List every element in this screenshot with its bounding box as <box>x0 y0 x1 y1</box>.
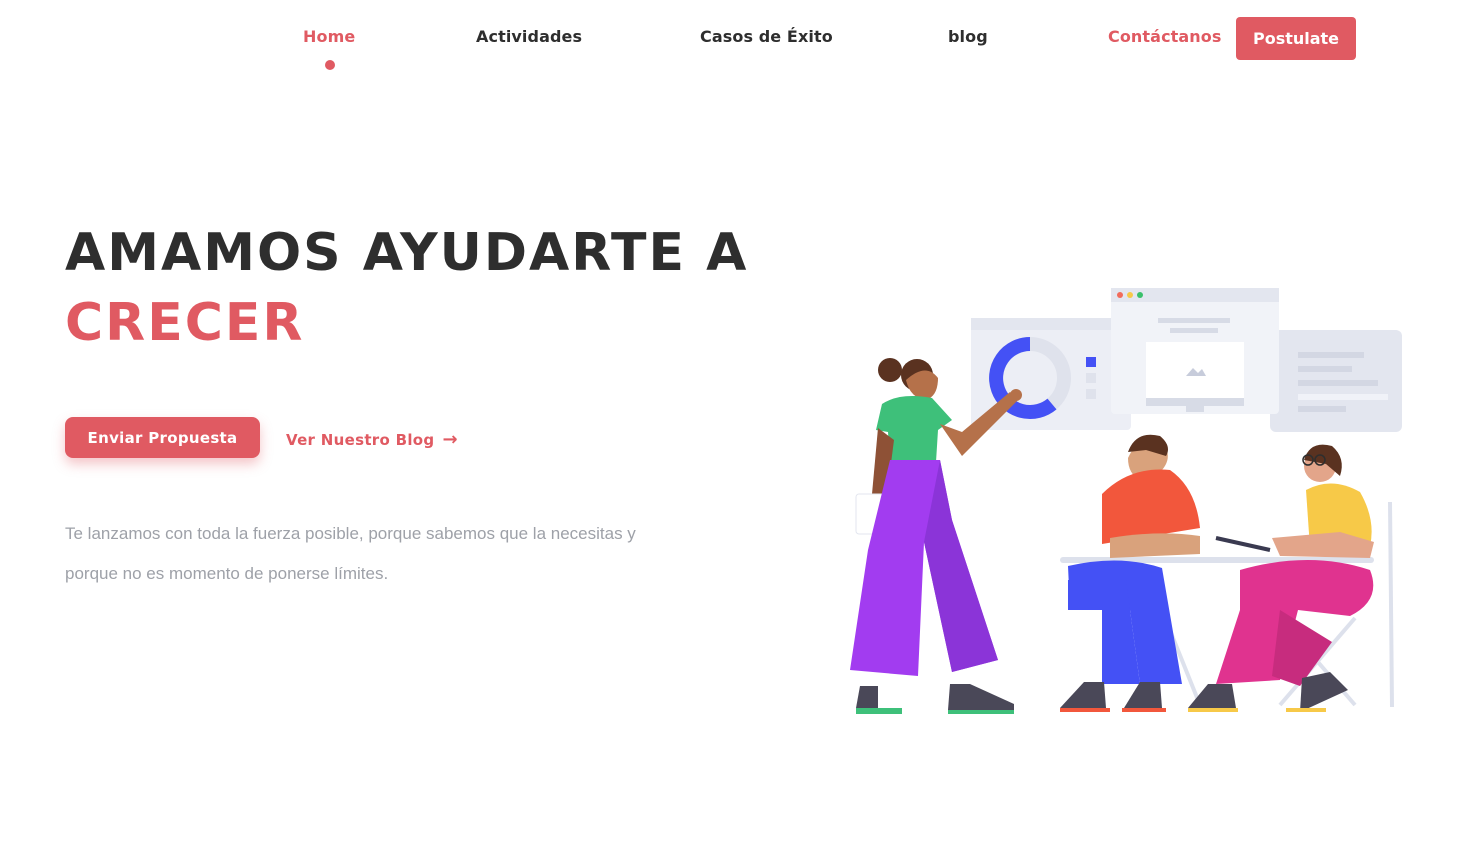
nav-item-home[interactable]: Home <box>303 27 355 46</box>
hero-title-line2: CRECER <box>65 293 305 353</box>
nav-item-casos-de-exito[interactable]: Casos de Éxito <box>700 27 833 46</box>
nav-item-contactanos[interactable]: Contáctanos <box>1108 27 1222 46</box>
team-meeting-illustration <box>850 288 1402 714</box>
arrow-right-icon: → <box>442 429 458 450</box>
nav-item-actividades[interactable]: Actividades <box>476 27 582 46</box>
seated-man-figure <box>1060 434 1200 712</box>
seated-woman-figure <box>1188 444 1374 712</box>
hero-title-line1: AMAMOS AYUDARTE A <box>65 223 749 283</box>
active-indicator-dot <box>325 60 335 70</box>
dashboard-panels <box>971 288 1402 432</box>
hero-description: Te lanzamos con toda la fuerza posible, … <box>65 524 636 583</box>
postulate-button[interactable]: Postulate <box>1236 17 1356 60</box>
ver-blog-link[interactable]: Ver Nuestro Blog → <box>286 429 458 450</box>
presenter-figure <box>850 358 1022 714</box>
ver-blog-label: Ver Nuestro Blog <box>286 431 435 449</box>
nav-item-blog[interactable]: blog <box>948 27 988 46</box>
enviar-propuesta-button[interactable]: Enviar Propuesta <box>65 417 260 458</box>
hero-title: AMAMOS AYUDARTE A CRECER <box>65 218 748 358</box>
